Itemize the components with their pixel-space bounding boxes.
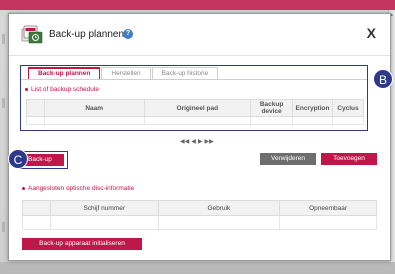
- disc-table: Schijf nummer Gebruik Opneembaar: [22, 200, 377, 230]
- disc-header-row: Schijf nummer Gebruik Opneembaar: [22, 200, 377, 216]
- add-button[interactable]: Toevoegen: [321, 153, 377, 165]
- bullet-icon: [22, 186, 25, 190]
- backup-plan-dialog: Back-up plannen ? X Back-up plannen Hers…: [8, 13, 393, 261]
- background-mark: [2, 98, 5, 108]
- remove-button[interactable]: Verwijderen: [260, 153, 316, 165]
- help-icon[interactable]: ?: [123, 29, 133, 39]
- backup-app-icon: [21, 25, 43, 44]
- schedule-section-title: List of backup schedule: [25, 86, 99, 93]
- next-page-icon[interactable]: ▶: [198, 138, 203, 145]
- background-bottom-bar: [0, 262, 395, 274]
- pagination: ◀◀ ◀ ▶ ▶▶: [180, 138, 214, 145]
- dialog-header: Back-up plannen ? X: [9, 14, 390, 54]
- schedule-col-backup-device[interactable]: Backup device: [250, 99, 294, 117]
- schedule-title-text: List of backup schedule: [31, 86, 99, 93]
- disc-title-text: Aangesloten optische disc-informatie: [28, 185, 135, 192]
- last-page-icon[interactable]: ▶▶: [204, 138, 213, 145]
- table-row[interactable]: [26, 116, 365, 125]
- prev-page-icon[interactable]: ◀: [191, 138, 196, 145]
- disc-section-title: Aangesloten optische disc-informatie: [22, 185, 134, 192]
- background-mark: [2, 34, 5, 44]
- dialog-title: Back-up plannen: [49, 29, 125, 40]
- annotation-badge-b: B: [373, 69, 393, 89]
- tab-herstellen[interactable]: Herstellen: [101, 67, 151, 79]
- close-button[interactable]: X: [367, 25, 376, 41]
- tab-bar: Back-up plannen Herstellen Back-up histo…: [28, 67, 219, 79]
- backup-button[interactable]: Back-up: [22, 154, 64, 166]
- first-page-icon[interactable]: ◀◀: [180, 138, 189, 145]
- init-device-button[interactable]: Back-up apparaat initialiseren: [22, 238, 142, 250]
- tab-back-up-plannen[interactable]: Back-up plannen: [28, 67, 101, 79]
- schedule-col-cyclus[interactable]: Cyclus: [331, 99, 365, 117]
- table-row[interactable]: [22, 215, 377, 230]
- schedule-col-naam[interactable]: Naam: [43, 99, 145, 117]
- background-mark: [2, 222, 5, 232]
- disc-col-opneembaar[interactable]: Opneembaar: [279, 200, 377, 216]
- schedule-table: Naam Origineel pad Backup device Encrypt…: [26, 99, 365, 125]
- schedule-header-row: Naam Origineel pad Backup device Encrypt…: [26, 99, 365, 117]
- header-divider: [9, 55, 390, 56]
- tab-divider: [21, 79, 367, 80]
- disc-col-select[interactable]: [22, 200, 51, 216]
- bullet-icon: [25, 87, 28, 91]
- schedule-col-origineel-pad[interactable]: Origineel pad: [143, 99, 252, 117]
- annotation-badge-c: C: [8, 149, 28, 169]
- schedule-col-select[interactable]: [26, 99, 45, 117]
- background-top-bar: [0, 0, 395, 10]
- highlight-box-b: Back-up plannen Herstellen Back-up histo…: [20, 65, 368, 131]
- schedule-col-encryption[interactable]: Encryption: [292, 99, 333, 117]
- disc-col-schijf-nummer[interactable]: Schijf nummer: [49, 200, 159, 216]
- disc-col-gebruik[interactable]: Gebruik: [157, 200, 281, 216]
- tab-back-up-historie[interactable]: Back-up historie: [151, 67, 219, 79]
